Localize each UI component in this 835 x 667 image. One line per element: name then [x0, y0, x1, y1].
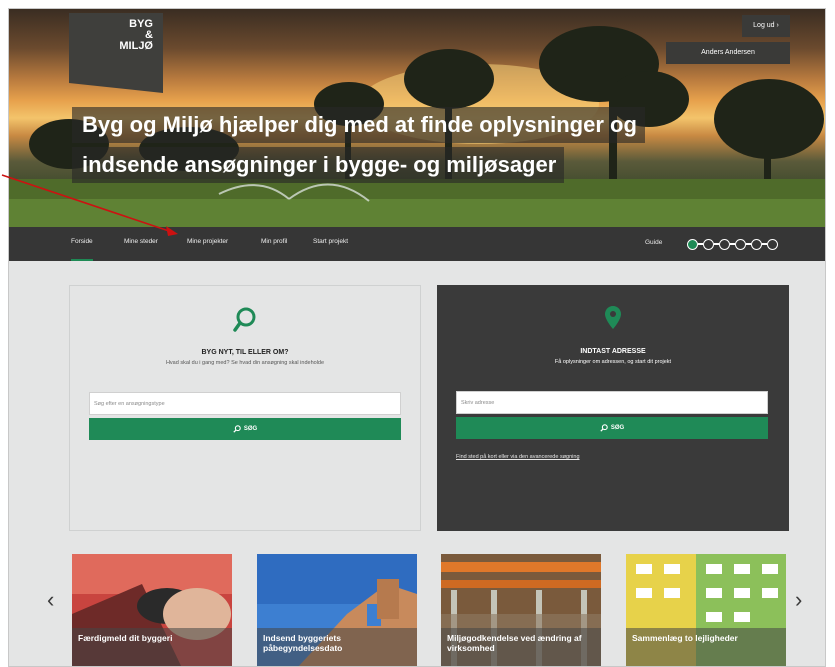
search-button-label: SØG — [610, 425, 625, 431]
nav-item-min-profil[interactable]: Min profil — [261, 227, 287, 261]
carousel-card[interactable]: Færdigmeld dit byggeri — [72, 554, 232, 666]
logout-button[interactable]: Log ud › — [742, 15, 790, 37]
guide-step-1[interactable] — [687, 238, 698, 250]
panel-title: BYG NYT, TIL ELLER OM? — [201, 349, 289, 356]
logo-tail — [69, 83, 163, 93]
address-panel: INDTAST ADRESSE Få oplysninger om adress… — [437, 285, 789, 531]
hero-headline-line-2: indsende ansøgninger i bygge- og miljøsa… — [72, 147, 565, 183]
nav-item-mine-steder[interactable]: Mine steder — [124, 227, 158, 261]
guide-step-indicator[interactable] — [687, 238, 778, 250]
nav-item-forside[interactable]: Forside — [71, 227, 93, 261]
hero-banner: BYG & MILJØ Log ud › Anders Andersen Byg… — [9, 9, 825, 227]
guide-step-4[interactable] — [735, 238, 746, 250]
search-icon — [233, 425, 241, 433]
address-input[interactable] — [456, 391, 768, 414]
carousel-card[interactable]: Indsend byggeriets påbegyndelsesdato — [257, 554, 417, 666]
user-name-button[interactable]: Anders Andersen — [666, 42, 790, 64]
advanced-search-link[interactable]: Find sted på kort eller via den avancere… — [456, 454, 580, 460]
logo-line-3: MILJØ — [119, 40, 153, 52]
card-label: Færdigmeld dit byggeri — [72, 628, 232, 666]
carousel-next-button[interactable]: › — [795, 587, 802, 613]
application-type-search-input[interactable] — [89, 392, 401, 415]
main-navigation: Forside Mine steder Mine projekter Min p… — [9, 227, 825, 261]
card-label: Miljøgodkendelse ved ændring af virksomh… — [441, 628, 601, 666]
search-icon — [600, 424, 608, 432]
carousel-card[interactable]: Sammenlæg to lejligheder — [626, 554, 786, 666]
panel-title: INDTAST ADRESSE — [580, 348, 646, 355]
search-icon — [70, 306, 420, 336]
guide-label[interactable]: Guide — [645, 227, 662, 261]
browser-frame: BYG & MILJØ Log ud › Anders Andersen Byg… — [8, 8, 826, 667]
map-pin-icon — [437, 305, 789, 335]
card-label: Indsend byggeriets påbegyndelsesdato — [257, 628, 417, 666]
panel-subtitle: Hvad skal du i gang med? Se hvad din ans… — [165, 360, 325, 366]
search-address-button[interactable]: SØG — [456, 417, 768, 439]
logo[interactable]: BYG & MILJØ — [69, 13, 163, 83]
card-label: Sammenlæg to lejligheder — [626, 628, 786, 666]
logo-line-1: BYG — [129, 18, 153, 30]
guide-step-3[interactable] — [719, 238, 730, 250]
guide-step-2[interactable] — [703, 238, 714, 250]
nav-item-start-projekt[interactable]: Start projekt — [313, 227, 348, 261]
hero-headline: Byg og Miljø hjælper dig med at finde op… — [72, 107, 744, 183]
guide-step-5[interactable] — [751, 238, 762, 250]
hero-headline-line-1: Byg og Miljø hjælper dig med at finde op… — [72, 107, 645, 143]
search-application-button[interactable]: SØG — [89, 418, 401, 440]
search-application-panel: BYG NYT, TIL ELLER OM? Hvad skal du i ga… — [69, 285, 421, 531]
nav-item-mine-projekter[interactable]: Mine projekter — [187, 227, 228, 261]
carousel-prev-button[interactable]: ‹ — [47, 587, 54, 613]
panel-subtitle: Få oplysninger om adressen, og start dit… — [554, 359, 672, 365]
search-button-label: SØG — [243, 426, 258, 432]
carousel-card[interactable]: Miljøgodkendelse ved ændring af virksomh… — [441, 554, 601, 666]
guide-step-6[interactable] — [767, 238, 778, 250]
